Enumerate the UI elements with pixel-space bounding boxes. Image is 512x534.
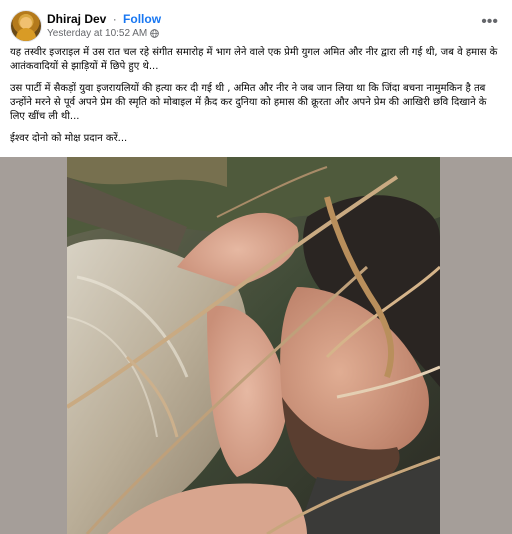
post-photo[interactable]	[67, 157, 440, 534]
author-line: Dhiraj Dev · Follow	[47, 12, 161, 26]
post-meta: Yesterday at 10:52 AM	[47, 28, 160, 39]
post-timestamp[interactable]: Yesterday at 10:52 AM	[47, 28, 147, 39]
post-header: Dhiraj Dev · Follow Yesterday at 10:52 A…	[10, 10, 500, 44]
globe-icon	[150, 29, 160, 38]
more-options-icon[interactable]: •••	[481, 14, 498, 30]
post-media[interactable]	[0, 157, 512, 534]
post-paragraph: यह तस्वीर इजराइल में उस रात चल रहे संगीत…	[10, 47, 498, 72]
facebook-post: Dhiraj Dev · Follow Yesterday at 10:52 A…	[0, 0, 512, 534]
author-avatar[interactable]	[10, 10, 42, 42]
post-paragraph: उस पार्टी में सैकड़ों युवा इजरायलियों की…	[10, 83, 487, 122]
author-name[interactable]: Dhiraj Dev	[47, 12, 106, 26]
post-text: यह तस्वीर इजराइल में उस रात चल रहे संगीत…	[10, 46, 500, 154]
follow-button[interactable]: Follow	[123, 12, 161, 26]
separator-dot: ·	[112, 12, 117, 26]
post-paragraph: ईश्वर दोनो को मोक्ष प्रदान करें...	[10, 133, 128, 144]
